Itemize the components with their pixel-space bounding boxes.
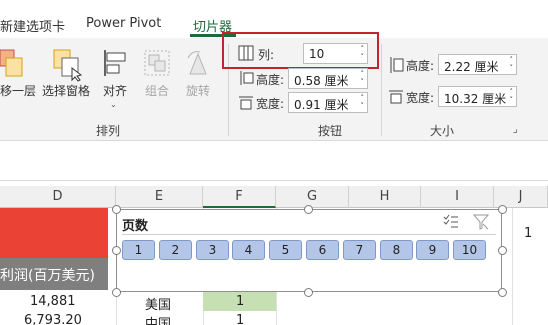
column-header-h[interactable]: H <box>349 186 421 208</box>
columns-value: 10 <box>309 47 325 61</box>
column-headers: D E F G H I J <box>0 186 548 208</box>
send-backward-button[interactable] <box>0 48 24 82</box>
button-height-spinner[interactable]: 0.58 厘米 ˄ ˅ <box>288 68 368 89</box>
country-cell-row1[interactable]: 美国 <box>145 294 171 313</box>
rotate-icon <box>187 51 207 75</box>
selection-pane-icon <box>53 49 83 82</box>
slicer[interactable]: 页数 1 2 3 4 5 6 7 8 9 10 <box>116 209 502 292</box>
resize-handle[interactable] <box>112 205 121 214</box>
column-header-e[interactable]: E <box>116 186 203 208</box>
slicer-title: 页数 <box>122 219 149 234</box>
align-button[interactable] <box>102 48 130 78</box>
slicer-item-2[interactable]: 2 <box>159 240 192 260</box>
slicer-height-label: 高度: <box>406 59 435 73</box>
button-width-label: 宽度: <box>256 97 285 111</box>
slicer-item-4[interactable]: 4 <box>232 240 265 260</box>
resize-handle[interactable] <box>498 288 507 297</box>
tab-new-tab[interactable]: 新建选项卡 <box>0 16 65 35</box>
arrange-group-label: 排列 <box>96 124 121 138</box>
profit-header-cell[interactable]: 利润(百万美元) <box>0 258 108 290</box>
columns-spinner[interactable]: 10 ˄ ˅ <box>303 43 368 64</box>
rotate-button <box>184 48 212 78</box>
resize-handle[interactable] <box>304 205 313 214</box>
slicer-width-icon <box>388 88 404 108</box>
slicer-height-value: 2.22 厘米 <box>444 60 499 74</box>
slicer-item-7[interactable]: 7 <box>343 240 376 260</box>
button-width-value: 0.91 厘米 <box>294 98 349 112</box>
button-height-label: 高度: <box>256 73 285 87</box>
tab-power-pivot[interactable]: Power Pivot <box>86 16 161 31</box>
slicer-item-6[interactable]: 6 <box>306 240 339 260</box>
selection-pane-label: 选择窗格 <box>42 84 91 98</box>
multi-select-icon[interactable] <box>443 214 459 234</box>
slicer-height-spinner[interactable]: 2.22 厘米 ˄ ˅ <box>438 54 517 75</box>
slicer-item-5[interactable]: 5 <box>269 240 302 260</box>
slicer-width-spinner[interactable]: 10.32 厘米 ˄ ˅ <box>438 86 517 107</box>
columns-label: 列: <box>258 48 275 62</box>
grid-line <box>512 208 513 325</box>
send-backward-icon <box>0 49 23 77</box>
align-label: 对齐 <box>103 84 128 98</box>
slicer-item-8[interactable]: 8 <box>380 240 413 260</box>
align-icon <box>104 50 126 76</box>
cell-j-value[interactable]: 1 <box>524 226 532 241</box>
slicer-header-divider <box>122 234 496 235</box>
spinner-arrows-icon[interactable]: ˄ ˅ <box>510 56 514 72</box>
column-header-g[interactable]: G <box>276 186 349 208</box>
group-label: 组合 <box>145 84 170 98</box>
ribbon: 移一层 选择窗格 对齐 ⌄ 组合 旋转 排列 列: 10 ˄ ˅ 高度: 0.5… <box>0 32 548 141</box>
resize-handle[interactable] <box>304 288 313 297</box>
flag-cell-row1[interactable]: 1 <box>236 294 244 309</box>
resize-handle[interactable] <box>498 246 507 255</box>
slicer-item-3[interactable]: 3 <box>196 240 229 260</box>
button-height-icon <box>238 70 254 90</box>
group-button <box>142 48 172 78</box>
spinner-arrows-icon[interactable]: ˄ ˅ <box>361 94 365 110</box>
clear-filter-icon[interactable] <box>472 214 490 234</box>
button-height-value: 0.58 厘米 <box>294 74 349 88</box>
button-width-spinner[interactable]: 0.91 厘米 ˄ ˅ <box>288 92 368 113</box>
slicer-item-9[interactable]: 9 <box>416 240 449 260</box>
profit-cell-row1[interactable]: 14,881 <box>30 294 76 309</box>
selection-pane-button[interactable] <box>50 48 84 82</box>
slicer-item-1[interactable]: 1 <box>122 240 155 260</box>
flag-cell-row2[interactable]: 1 <box>236 313 244 325</box>
resize-handle[interactable] <box>112 288 121 297</box>
slicer-item-10[interactable]: 10 <box>453 240 486 260</box>
buttons-group-label: 按钮 <box>318 124 343 138</box>
column-header-d[interactable]: D <box>0 186 116 208</box>
spinner-arrows-icon[interactable]: ˄ ˅ <box>510 88 514 104</box>
spinner-arrows-icon[interactable]: ˄ ˅ <box>361 45 365 61</box>
profit-cell-row2[interactable]: 6,793.20 <box>24 313 82 325</box>
country-cell-row2[interactable]: 中国 <box>145 313 171 325</box>
group-icon <box>144 50 170 76</box>
column-header-f[interactable]: F <box>203 186 276 208</box>
align-dropdown-icon[interactable]: ⌄ <box>110 100 117 109</box>
formula-bar[interactable] <box>0 141 548 181</box>
send-backward-label: 移一层 <box>0 84 37 98</box>
rotate-label: 旋转 <box>186 84 211 98</box>
column-header-i[interactable]: I <box>421 186 494 208</box>
columns-icon <box>238 45 254 65</box>
slicer-width-value: 10.32 厘米 <box>444 92 507 106</box>
button-width-icon <box>238 94 254 114</box>
resize-handle[interactable] <box>112 246 121 255</box>
slicer-width-label: 宽度: <box>406 91 435 105</box>
size-group-label: 大小 <box>430 124 455 138</box>
group-separator <box>381 44 382 136</box>
slicer-height-icon <box>388 56 404 78</box>
spinner-arrows-icon[interactable]: ˄ ˅ <box>361 70 365 86</box>
dialog-launcher-icon[interactable]: ⌟ <box>513 124 518 135</box>
resize-handle[interactable] <box>498 205 507 214</box>
red-header-cell[interactable] <box>0 208 108 258</box>
